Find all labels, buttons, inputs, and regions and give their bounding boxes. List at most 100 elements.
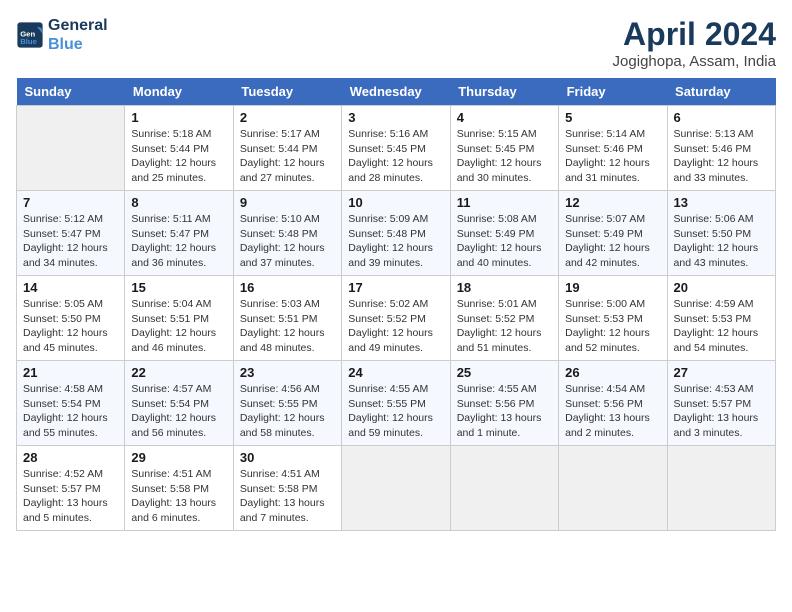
calendar-cell	[667, 446, 775, 531]
day-info: Sunrise: 5:03 AMSunset: 5:51 PMDaylight:…	[240, 297, 335, 356]
day-number: 17	[348, 280, 443, 295]
day-number: 24	[348, 365, 443, 380]
calendar-cell: 21Sunrise: 4:58 AMSunset: 5:54 PMDayligh…	[17, 361, 125, 446]
day-info: Sunrise: 5:00 AMSunset: 5:53 PMDaylight:…	[565, 297, 660, 356]
calendar-cell	[17, 106, 125, 191]
day-info: Sunrise: 5:08 AMSunset: 5:49 PMDaylight:…	[457, 212, 552, 271]
calendar-cell: 13 Sunrise: 5:06 AMSunset: 5:50 PMDayligh…	[667, 191, 775, 276]
day-number: 25	[457, 365, 552, 380]
day-info: Sunrise: 5:02 AMSunset: 5:52 PMDaylight:…	[348, 297, 443, 356]
day-info: Sunrise: 5:04 AMSunset: 5:51 PMDaylight:…	[131, 297, 226, 356]
day-info: Sunrise: 5:18 AMSunset: 5:44 PMDaylight:…	[131, 127, 226, 186]
calendar-cell: 30Sunrise: 4:51 AMSunset: 5:58 PMDayligh…	[233, 446, 341, 531]
day-info: Sunrise: 5:13 AMSunset: 5:46 PMDaylight:…	[674, 127, 769, 186]
weekday-header-wednesday: Wednesday	[342, 78, 450, 106]
calendar-cell: 19Sunrise: 5:00 AMSunset: 5:53 PMDayligh…	[559, 276, 667, 361]
calendar-cell: 7 Sunrise: 5:12 AMSunset: 5:47 PMDaylight…	[17, 191, 125, 276]
day-info: Sunrise: 5:09 AMSunset: 5:48 PMDaylight:…	[348, 212, 443, 271]
calendar-cell: 5 Sunrise: 5:14 AMSunset: 5:46 PMDaylight…	[559, 106, 667, 191]
weekday-header-thursday: Thursday	[450, 78, 558, 106]
day-info: Sunrise: 4:54 AMSunset: 5:56 PMDaylight:…	[565, 382, 660, 441]
title-block: April 2024 Jogighopa, Assam, India	[613, 16, 776, 70]
day-info: Sunrise: 4:59 AMSunset: 5:53 PMDaylight:…	[674, 297, 769, 356]
calendar-cell: 25 Sunrise: 4:55 AMSunset: 5:56 PMDayligh…	[450, 361, 558, 446]
day-info: Sunrise: 4:51 AMSunset: 5:58 PMDaylight:…	[240, 467, 335, 526]
day-info: Sunrise: 5:11 AMSunset: 5:47 PMDaylight:…	[131, 212, 226, 271]
day-info: Sunrise: 5:10 AMSunset: 5:48 PMDaylight:…	[240, 212, 335, 271]
day-number: 6	[674, 110, 769, 125]
calendar-cell: 12 Sunrise: 5:07 AMSunset: 5:49 PMDayligh…	[559, 191, 667, 276]
page-header: Gen Blue General Blue April 2024 Jogigho…	[16, 16, 776, 70]
day-info: Sunrise: 5:15 AMSunset: 5:45 PMDaylight:…	[457, 127, 552, 186]
day-info: Sunrise: 5:14 AMSunset: 5:46 PMDaylight:…	[565, 127, 660, 186]
day-info: Sunrise: 5:01 AMSunset: 5:52 PMDaylight:…	[457, 297, 552, 356]
day-number: 3	[348, 110, 443, 125]
weekday-header-monday: Monday	[125, 78, 233, 106]
calendar-table: SundayMondayTuesdayWednesdayThursdayFrid…	[16, 78, 776, 531]
month-title: April 2024	[613, 16, 776, 53]
calendar-cell	[559, 446, 667, 531]
day-number: 21	[23, 365, 118, 380]
calendar-cell: 11 Sunrise: 5:08 AMSunset: 5:49 PMDayligh…	[450, 191, 558, 276]
calendar-cell: 28Sunrise: 4:52 AMSunset: 5:57 PMDayligh…	[17, 446, 125, 531]
calendar-cell: 23 Sunrise: 4:56 AMSunset: 5:55 PMDayligh…	[233, 361, 341, 446]
calendar-cell: 26 Sunrise: 4:54 AMSunset: 5:56 PMDayligh…	[559, 361, 667, 446]
day-number: 12	[565, 195, 660, 210]
calendar-cell: 24 Sunrise: 4:55 AMSunset: 5:55 PMDayligh…	[342, 361, 450, 446]
weekday-header-tuesday: Tuesday	[233, 78, 341, 106]
calendar-cell: 6 Sunrise: 5:13 AMSunset: 5:46 PMDaylight…	[667, 106, 775, 191]
calendar-cell: 22 Sunrise: 4:57 AMSunset: 5:54 PMDayligh…	[125, 361, 233, 446]
day-number: 26	[565, 365, 660, 380]
day-number: 16	[240, 280, 335, 295]
day-number: 14	[23, 280, 118, 295]
day-number: 5	[565, 110, 660, 125]
day-info: Sunrise: 4:55 AMSunset: 5:56 PMDaylight:…	[457, 382, 552, 441]
day-info: Sunrise: 4:56 AMSunset: 5:55 PMDaylight:…	[240, 382, 335, 441]
day-number: 22	[131, 365, 226, 380]
day-info: Sunrise: 4:55 AMSunset: 5:55 PMDaylight:…	[348, 382, 443, 441]
weekday-header-row: SundayMondayTuesdayWednesdayThursdayFrid…	[17, 78, 776, 106]
day-number: 7	[23, 195, 118, 210]
calendar-cell	[450, 446, 558, 531]
day-number: 11	[457, 195, 552, 210]
calendar-cell: 9 Sunrise: 5:10 AMSunset: 5:48 PMDaylight…	[233, 191, 341, 276]
day-info: Sunrise: 5:05 AMSunset: 5:50 PMDaylight:…	[23, 297, 118, 356]
calendar-cell: 20 Sunrise: 4:59 AMSunset: 5:53 PMDayligh…	[667, 276, 775, 361]
location-subtitle: Jogighopa, Assam, India	[613, 53, 776, 70]
day-number: 13	[674, 195, 769, 210]
day-info: Sunrise: 5:16 AMSunset: 5:45 PMDaylight:…	[348, 127, 443, 186]
day-number: 23	[240, 365, 335, 380]
day-info: Sunrise: 5:07 AMSunset: 5:49 PMDaylight:…	[565, 212, 660, 271]
week-row-4: 21Sunrise: 4:58 AMSunset: 5:54 PMDayligh…	[17, 361, 776, 446]
calendar-cell: 8 Sunrise: 5:11 AMSunset: 5:47 PMDaylight…	[125, 191, 233, 276]
week-row-5: 28Sunrise: 4:52 AMSunset: 5:57 PMDayligh…	[17, 446, 776, 531]
calendar-cell: 4 Sunrise: 5:15 AMSunset: 5:45 PMDaylight…	[450, 106, 558, 191]
logo: Gen Blue General Blue	[16, 16, 108, 54]
week-row-2: 7 Sunrise: 5:12 AMSunset: 5:47 PMDaylight…	[17, 191, 776, 276]
day-number: 20	[674, 280, 769, 295]
day-info: Sunrise: 4:52 AMSunset: 5:57 PMDaylight:…	[23, 467, 118, 526]
day-number: 4	[457, 110, 552, 125]
week-row-3: 14 Sunrise: 5:05 AMSunset: 5:50 PMDayligh…	[17, 276, 776, 361]
calendar-cell: 1 Sunrise: 5:18 AMSunset: 5:44 PMDaylight…	[125, 106, 233, 191]
day-info: Sunrise: 5:06 AMSunset: 5:50 PMDaylight:…	[674, 212, 769, 271]
day-number: 10	[348, 195, 443, 210]
day-number: 1	[131, 110, 226, 125]
calendar-cell: 17 Sunrise: 5:02 AMSunset: 5:52 PMDayligh…	[342, 276, 450, 361]
calendar-cell: 10 Sunrise: 5:09 AMSunset: 5:48 PMDayligh…	[342, 191, 450, 276]
day-number: 2	[240, 110, 335, 125]
weekday-header-friday: Friday	[559, 78, 667, 106]
calendar-cell: 18Sunrise: 5:01 AMSunset: 5:52 PMDayligh…	[450, 276, 558, 361]
day-number: 27	[674, 365, 769, 380]
day-number: 9	[240, 195, 335, 210]
day-info: Sunrise: 5:12 AMSunset: 5:47 PMDaylight:…	[23, 212, 118, 271]
day-info: Sunrise: 4:57 AMSunset: 5:54 PMDaylight:…	[131, 382, 226, 441]
day-info: Sunrise: 4:51 AMSunset: 5:58 PMDaylight:…	[131, 467, 226, 526]
day-info: Sunrise: 4:53 AMSunset: 5:57 PMDaylight:…	[674, 382, 769, 441]
calendar-cell	[342, 446, 450, 531]
day-number: 8	[131, 195, 226, 210]
calendar-cell: 16 Sunrise: 5:03 AMSunset: 5:51 PMDayligh…	[233, 276, 341, 361]
svg-text:Blue: Blue	[20, 37, 37, 46]
day-number: 15	[131, 280, 226, 295]
day-number: 29	[131, 450, 226, 465]
